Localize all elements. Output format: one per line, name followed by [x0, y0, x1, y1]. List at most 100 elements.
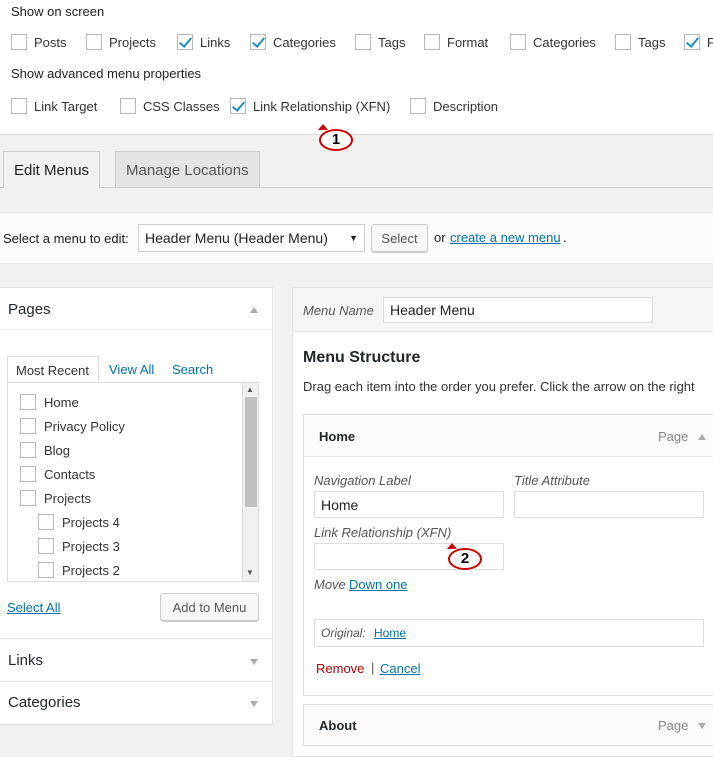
checkbox-label: Projects: [109, 34, 156, 50]
checkbox-box[interactable]: [86, 34, 102, 50]
pages-title[interactable]: Pages: [8, 301, 51, 318]
tab-edit-menus[interactable]: Edit Menus: [3, 151, 101, 188]
scroll-up-icon[interactable]: ▲: [246, 385, 254, 394]
expand-arrow-icon[interactable]: [250, 659, 258, 665]
move-down-one-link[interactable]: Down one: [349, 577, 408, 592]
checkbox-box[interactable]: [615, 34, 631, 50]
categories-title[interactable]: Categories: [8, 694, 81, 711]
navigation-label-input[interactable]: Home: [314, 491, 504, 518]
checkbox-box[interactable]: [38, 514, 54, 530]
checkbox-box[interactable]: [20, 466, 36, 482]
scrollbar-thumb[interactable]: [245, 397, 257, 507]
tab-search[interactable]: Search: [172, 362, 213, 377]
tab-view-all[interactable]: View All: [109, 362, 154, 377]
manage-menus-bar: Select a menu to edit: Header Menu (Head…: [0, 212, 713, 264]
menu-select[interactable]: Header Menu (Header Menu) ▼: [138, 224, 365, 252]
checkbox-links[interactable]: Links: [177, 34, 230, 50]
select-menu-label: Select a menu to edit:: [3, 231, 129, 246]
checkbox-box[interactable]: [20, 490, 36, 506]
checkbox-link-target[interactable]: Link Target: [11, 98, 97, 114]
menu-item-title: Home: [319, 429, 356, 444]
original-label: Original:: [321, 626, 366, 640]
checkbox-label: Link Relationship (XFN): [253, 98, 391, 114]
checkbox-box[interactable]: [177, 34, 193, 50]
callout-1: 1: [319, 129, 353, 151]
or-text: or: [434, 230, 446, 245]
checkbox-posts[interactable]: Posts: [11, 34, 67, 50]
list-item[interactable]: Projects 2: [38, 562, 120, 578]
list-item[interactable]: Blog: [20, 442, 70, 458]
scrollbar[interactable]: ▲ ▼: [242, 383, 258, 581]
checkbox-label: Categories: [533, 34, 596, 50]
list-item[interactable]: Privacy Policy: [20, 418, 125, 434]
menu-name-input[interactable]: Header Menu: [383, 297, 653, 323]
add-to-menu-button[interactable]: Add to Menu: [160, 593, 259, 621]
list-item[interactable]: Home: [20, 394, 79, 410]
checkbox-format[interactable]: Format: [424, 34, 488, 50]
checkbox-box[interactable]: [230, 98, 246, 114]
checkbox-box[interactable]: [11, 34, 27, 50]
original-link[interactable]: Home: [374, 626, 406, 640]
list-item[interactable]: Projects 4: [38, 514, 120, 530]
checkbox-categories[interactable]: Categories: [250, 34, 336, 50]
collapse-arrow-icon[interactable]: [250, 307, 258, 313]
menu-item-bar[interactable]: Home Page: [304, 415, 713, 457]
checkbox-label: Posts: [34, 34, 67, 50]
navigation-label-label: Navigation Label: [314, 473, 411, 488]
page-label: Blog: [44, 442, 71, 458]
expand-arrow-icon[interactable]: [250, 701, 258, 707]
checkbox-box[interactable]: [120, 98, 136, 114]
checkbox-tags[interactable]: Tags: [355, 34, 405, 50]
menu-item-about[interactable]: About Page: [303, 704, 713, 746]
checkbox-box[interactable]: [11, 98, 27, 114]
tab-most-recent[interactable]: Most Recent: [7, 356, 99, 383]
menu-item-type: Page: [658, 718, 689, 733]
checkbox-categories-2[interactable]: Categories: [510, 34, 596, 50]
checkbox-box[interactable]: [424, 34, 440, 50]
screen-options-panel: Show on screen Posts Projects Links Cate…: [0, 0, 713, 135]
checkbox-box[interactable]: [20, 418, 36, 434]
checkbox-box[interactable]: [510, 34, 526, 50]
checkbox-link-relationship[interactable]: Link Relationship (XFN): [230, 98, 390, 114]
callout-marker-icon: [318, 124, 328, 130]
checkbox-box[interactable]: [250, 34, 266, 50]
checkbox-box[interactable]: [38, 538, 54, 554]
pages-list: Home Privacy Policy Blog Contacts Projec…: [7, 382, 259, 582]
checkbox-label: Format: [447, 34, 489, 50]
remove-link[interactable]: Remove: [316, 661, 364, 676]
checkbox-css-classes[interactable]: CSS Classes: [120, 98, 220, 114]
select-all-link[interactable]: Select All: [7, 600, 60, 615]
checkbox-tags-2[interactable]: Tags: [615, 34, 665, 50]
tab-manage-locations[interactable]: Manage Locations: [115, 151, 260, 187]
period-text: .: [563, 230, 567, 245]
links-panel[interactable]: Links: [0, 638, 273, 682]
expand-arrow-icon[interactable]: [698, 723, 706, 729]
checkbox-box[interactable]: [38, 562, 54, 578]
callout-marker-icon: [447, 543, 457, 549]
page-label: Projects 2: [62, 562, 120, 578]
title-attribute-input[interactable]: [514, 491, 704, 518]
page-label: Contacts: [44, 466, 96, 482]
collapse-arrow-icon[interactable]: [698, 434, 706, 440]
checkbox-box[interactable]: [20, 394, 36, 410]
menu-name-value: Header Menu: [390, 302, 475, 318]
checkbox-box[interactable]: [20, 442, 36, 458]
categories-panel[interactable]: Categories: [0, 681, 273, 725]
menu-item-type: Page: [658, 429, 689, 444]
select-button[interactable]: Select: [371, 224, 428, 252]
list-item[interactable]: Projects: [20, 490, 91, 506]
page-label: Projects: [44, 490, 91, 506]
checkbox-box[interactable]: [684, 34, 700, 50]
link-separator: |: [371, 660, 375, 675]
list-item[interactable]: Contacts: [20, 466, 95, 482]
checkbox-box[interactable]: [410, 98, 426, 114]
checkbox-box[interactable]: [355, 34, 371, 50]
create-new-menu-link[interactable]: create a new menu: [450, 230, 561, 245]
checkbox-description[interactable]: Description: [410, 98, 498, 114]
cancel-link[interactable]: Cancel: [380, 661, 420, 676]
scroll-down-icon[interactable]: ▼: [246, 568, 254, 577]
checkbox-projects[interactable]: Projects: [86, 34, 156, 50]
checkbox-p[interactable]: P: [684, 34, 713, 50]
links-title[interactable]: Links: [8, 652, 43, 669]
list-item[interactable]: Projects 3: [38, 538, 120, 554]
